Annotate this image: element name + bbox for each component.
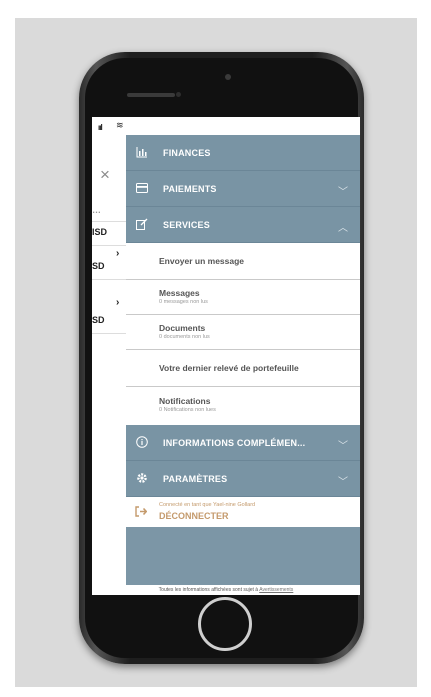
menu-label: SERVICES	[163, 220, 210, 230]
phone-screen: ııl ≋ × … ISD › SD › SD FINANCES PAIEMEN…	[92, 117, 360, 595]
submenu-title: Messages	[159, 288, 200, 298]
edit-icon	[135, 218, 149, 232]
submenu-subtitle: 0 documents non lus	[159, 334, 210, 340]
footer-disclaimer: Toutes les informations affichées sont s…	[92, 585, 360, 595]
home-button[interactable]	[198, 597, 252, 651]
logout-label: DÉCONNECTER	[159, 511, 229, 521]
camera	[225, 74, 231, 80]
submenu-subtitle: 0 messages non lus	[159, 299, 208, 305]
side-menu: FINANCES PAIEMENTS ﹀ SERVICES ︿ Envoyer …	[126, 135, 360, 595]
chevron-right-icon[interactable]: ›	[116, 248, 119, 259]
logout-icon	[135, 506, 148, 520]
background-page: × … ISD › SD › SD	[92, 135, 126, 595]
submenu-title: Notifications	[159, 396, 211, 406]
bg-currency: SD	[92, 315, 105, 325]
logout-caption: Connecté en tant que Yael-nine Gollard	[159, 502, 256, 508]
speaker	[127, 93, 175, 97]
chart-icon	[135, 146, 149, 160]
submenu-item-messages[interactable]: Messages 0 messages non lus	[126, 280, 360, 315]
chevron-down-icon: ﹀	[338, 441, 348, 452]
submenu-title: Envoyer un message	[159, 256, 245, 266]
menu-label: PAIEMENTS	[163, 184, 217, 194]
menu-item-parametres[interactable]: PARAMÈTRES ﹀	[126, 461, 360, 497]
chevron-up-icon: ︿	[338, 223, 348, 234]
footer-text: Toutes les informations affichées sont s…	[158, 587, 259, 593]
submenu-title: Documents	[159, 323, 206, 333]
submenu-item-documents[interactable]: Documents 0 documents non lus	[126, 315, 360, 350]
submenu-title: Votre dernier relevé de portefeuille	[159, 363, 299, 373]
menu-item-services[interactable]: SERVICES ︿	[126, 207, 360, 243]
menu-item-informations[interactable]: INFORMATIONS COMPLÉMEN... ﹀	[126, 425, 360, 461]
menu-label: INFORMATIONS COMPLÉMEN...	[163, 438, 306, 448]
wifi-icon: ≋	[116, 120, 124, 130]
info-icon	[135, 436, 149, 450]
chevron-down-icon: ﹀	[338, 187, 348, 198]
status-bar: ııl ≋	[92, 117, 360, 135]
close-icon[interactable]: ×	[100, 165, 110, 185]
sensor	[176, 92, 181, 97]
submenu-item-notifications[interactable]: Notifications 0 Notifications non lues	[126, 387, 360, 425]
submenu-subtitle: 0 Notifications non lues	[159, 407, 216, 413]
logout-button[interactable]: Connecté en tant que Yael-nine Gollard D…	[126, 497, 360, 527]
bg-currency: SD	[92, 261, 105, 271]
menu-label: FINANCES	[163, 148, 211, 158]
chevron-down-icon: ﹀	[338, 477, 348, 488]
menu-item-finances[interactable]: FINANCES	[126, 135, 360, 171]
gear-icon	[135, 472, 149, 486]
submenu-item-releve[interactable]: Votre dernier relevé de portefeuille	[126, 350, 360, 387]
footer-link[interactable]: Avertissements	[259, 587, 293, 593]
menu-label: PARAMÈTRES	[163, 474, 228, 484]
bg-currency: ISD	[92, 227, 108, 237]
signal-icon: ııl	[98, 123, 103, 132]
menu-item-paiements[interactable]: PAIEMENTS ﹀	[126, 171, 360, 207]
bg-text: …	[92, 205, 101, 215]
chevron-right-icon[interactable]: ›	[116, 297, 119, 308]
card-icon	[135, 182, 149, 196]
submenu-item-envoyer[interactable]: Envoyer un message	[126, 243, 360, 280]
